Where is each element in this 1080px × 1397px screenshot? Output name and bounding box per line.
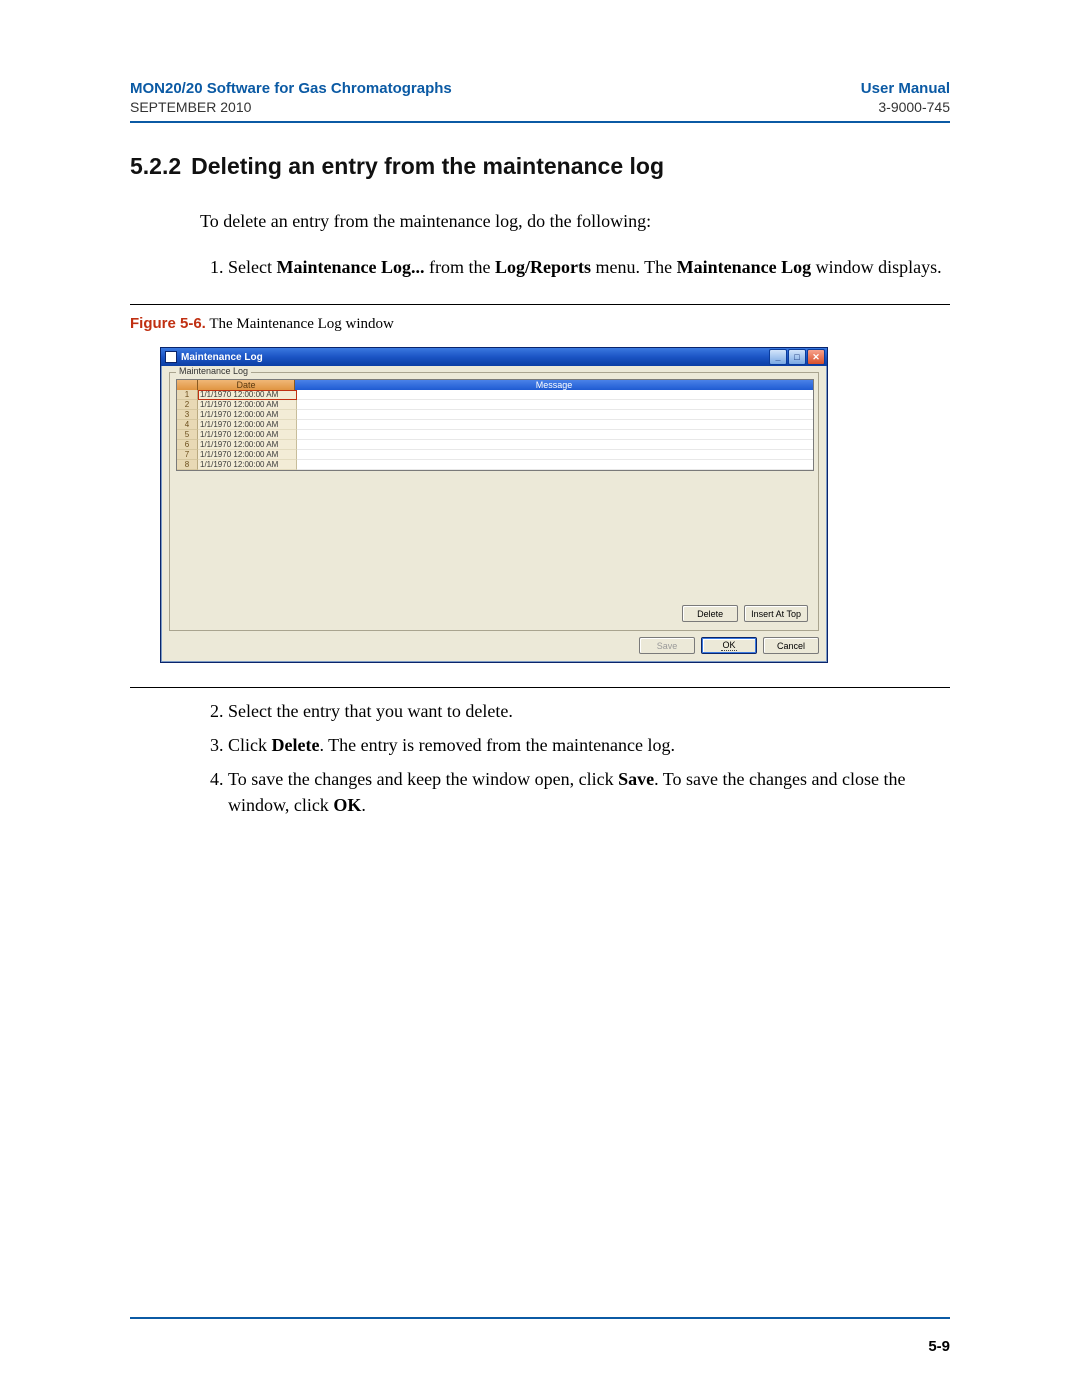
- header-docnum: 3-9000-745: [878, 99, 950, 115]
- intro-paragraph: To delete an entry from the maintenance …: [200, 208, 950, 234]
- insert-at-top-button[interactable]: Insert At Top: [744, 605, 808, 622]
- table-row[interactable]: 4 1/1/1970 12:00:00 AM: [177, 420, 813, 430]
- maximize-button[interactable]: □: [788, 349, 806, 365]
- grid-body: 1 1/1/1970 12:00:00 AM 2 1/1/1970 12:00:…: [177, 390, 813, 470]
- section-number: 5.2.2: [130, 153, 181, 179]
- col-header-rownum[interactable]: [177, 380, 198, 390]
- figure-caption: Figure 5-6. The Maintenance Log window: [130, 315, 950, 333]
- figure-rule-bottom: [130, 687, 950, 688]
- log-grid[interactable]: Date Message 1 1/1/1970 12:00:00 AM 2 1/…: [176, 379, 814, 471]
- window-icon: [165, 351, 177, 363]
- close-button[interactable]: ✕: [807, 349, 825, 365]
- steps-list-2: Select the entry that you want to delete…: [200, 698, 950, 818]
- table-row[interactable]: 3 1/1/1970 12:00:00 AM: [177, 410, 813, 420]
- cancel-button[interactable]: Cancel: [763, 637, 819, 654]
- col-header-date[interactable]: Date: [198, 380, 295, 390]
- header-rule: [130, 121, 950, 123]
- section-heading: 5.2.2 Deleting an entry from the maintena…: [130, 153, 950, 180]
- step-4: To save the changes and keep the window …: [228, 766, 950, 818]
- header-manual: User Manual: [861, 80, 950, 97]
- table-row[interactable]: 1 1/1/1970 12:00:00 AM: [177, 390, 813, 400]
- col-header-message[interactable]: Message: [295, 380, 813, 390]
- minimize-button[interactable]: _: [769, 349, 787, 365]
- steps-list-1: Select Maintenance Log... from the Log/R…: [200, 254, 950, 280]
- grid-empty-area: [176, 471, 812, 601]
- table-row[interactable]: 7 1/1/1970 12:00:00 AM: [177, 450, 813, 460]
- save-button[interactable]: Save: [639, 637, 695, 654]
- page-number: 5-9: [928, 1338, 950, 1355]
- header-product: MON20/20 Software for Gas Chromatographs: [130, 80, 452, 97]
- step-2: Select the entry that you want to delete…: [228, 698, 950, 724]
- grid-header: Date Message: [177, 380, 813, 390]
- table-row[interactable]: 2 1/1/1970 12:00:00 AM: [177, 400, 813, 410]
- header-date: SEPTEMBER 2010: [130, 99, 251, 115]
- figure-rule-top: [130, 304, 950, 305]
- dialog-button-row: Save OK Cancel: [169, 637, 819, 654]
- window-title: Maintenance Log: [181, 352, 769, 363]
- maintenance-log-window: Maintenance Log _ □ ✕ Maintenance Log Da…: [160, 347, 828, 663]
- table-row[interactable]: 8 1/1/1970 12:00:00 AM: [177, 460, 813, 470]
- figure-caption-text: The Maintenance Log window: [206, 316, 394, 332]
- table-row[interactable]: 6 1/1/1970 12:00:00 AM: [177, 440, 813, 450]
- step-1: Select Maintenance Log... from the Log/R…: [228, 254, 950, 280]
- footer-rule: [130, 1317, 950, 1319]
- groupbox-button-row: Delete Insert At Top: [176, 605, 812, 622]
- groupbox-label: Maintenance Log: [176, 366, 251, 376]
- delete-button[interactable]: Delete: [682, 605, 738, 622]
- maintenance-log-groupbox: Maintenance Log Date Message 1 1/1/1970 …: [169, 372, 819, 631]
- figure-label: Figure 5-6.: [130, 315, 206, 332]
- step-3: Click Delete. The entry is removed from …: [228, 732, 950, 758]
- ok-button[interactable]: OK: [701, 637, 757, 654]
- table-row[interactable]: 5 1/1/1970 12:00:00 AM: [177, 430, 813, 440]
- titlebar[interactable]: Maintenance Log _ □ ✕: [161, 348, 827, 366]
- section-title-text: Deleting an entry from the maintenance l…: [191, 153, 664, 179]
